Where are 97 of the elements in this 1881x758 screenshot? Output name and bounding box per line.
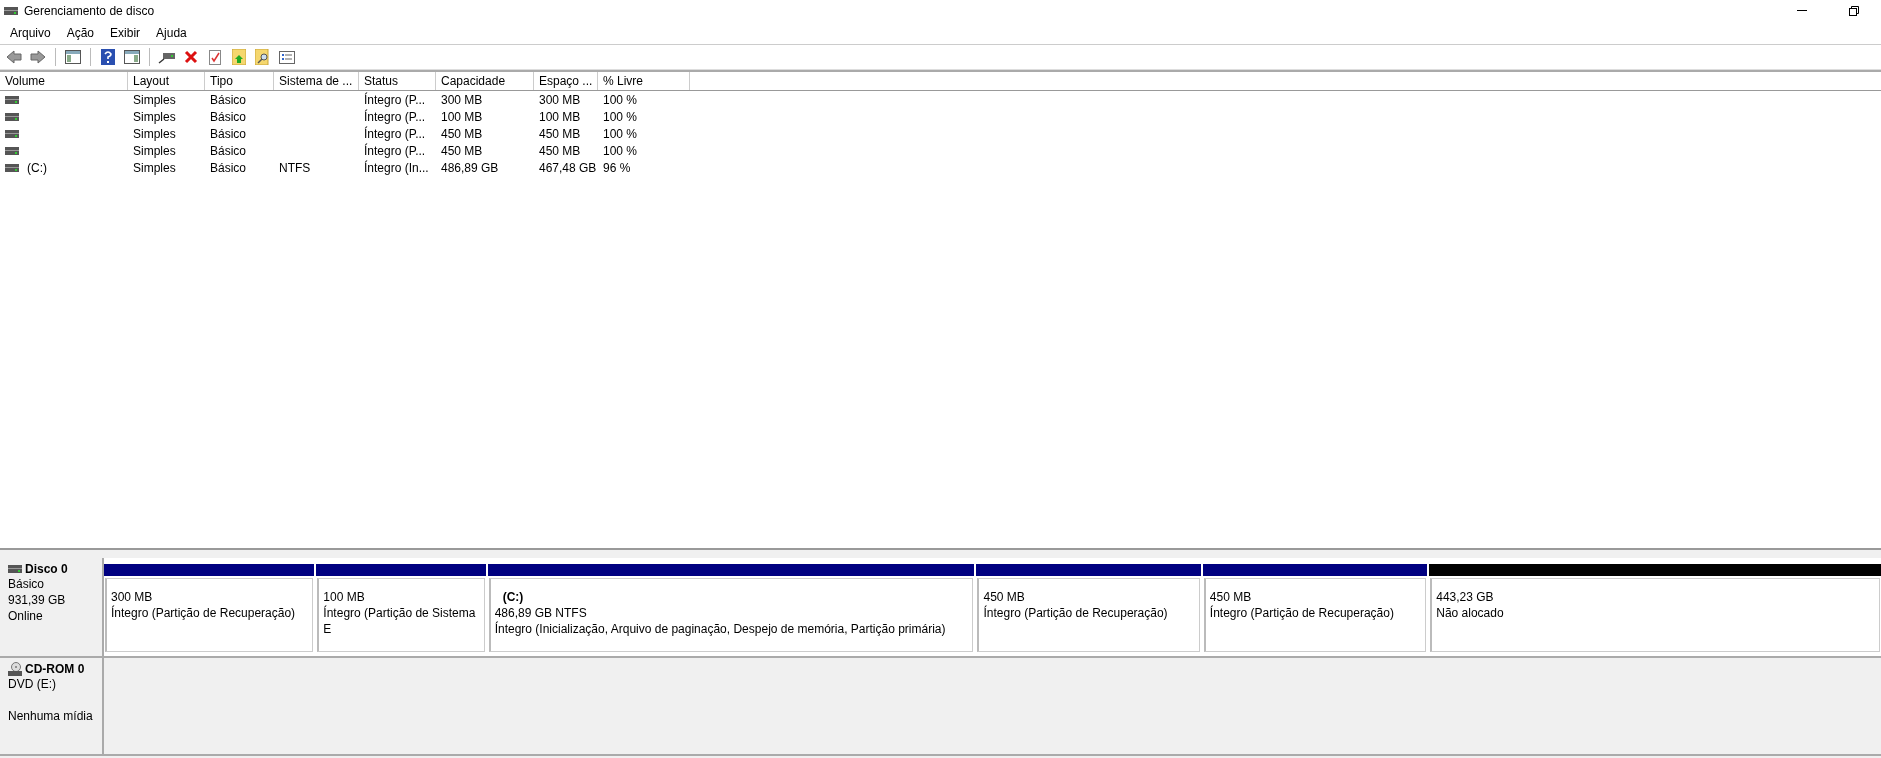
partition-panel[interactable]: 450 MB Íntegro (Partição de Recuperação) (1203, 578, 1427, 652)
table-cell-text: 100 % (602, 126, 639, 141)
table-cell-text: 300 MB (440, 92, 484, 107)
table-cell-text: 450 MB (440, 143, 484, 158)
table-cell-text: 450 MB (440, 126, 484, 141)
column-header[interactable]: Capacidade (436, 72, 534, 90)
partition-panel[interactable]: 443,23 GB Não alocado (1430, 578, 1880, 652)
cd-drive-icon (8, 662, 22, 676)
checklist-icon (209, 49, 221, 65)
disk-type: Básico (8, 576, 46, 592)
back-arrow-icon (6, 50, 22, 64)
partition-panel[interactable]: 300 MB Íntegro (Partição de Recuperação) (105, 578, 314, 652)
partition-status: Íntegro (Partição de Recuperação) (1209, 605, 1395, 621)
menu-item[interactable]: Ação (58, 26, 103, 40)
partition-status: Íntegro (Partição de Recuperação) (983, 605, 1169, 621)
disk-status: Nenhuma mídia (8, 708, 94, 724)
partition-name: (C:) (501, 589, 525, 605)
column-header[interactable]: Layout (128, 72, 205, 90)
column-header[interactable]: Tipo (205, 72, 274, 90)
app-icon (4, 7, 18, 15)
table-cell-text: 100 % (602, 92, 639, 107)
window-title: Gerenciamento de disco (24, 4, 156, 18)
restore-icon (1849, 6, 1859, 16)
table-cell-text: Simples (132, 126, 177, 141)
disk-name: Disco 0 (25, 562, 68, 576)
volume-icon (5, 163, 19, 172)
minimize-icon (1797, 10, 1807, 12)
table-cell-text: Básico (209, 109, 248, 124)
partition-size: 100 MB (323, 589, 366, 605)
properties-icon (279, 50, 295, 64)
table-cell-text: 100 MB (440, 109, 484, 124)
volume-icon (5, 95, 19, 104)
forward-arrow-icon (30, 50, 46, 64)
table-cell-text: Básico (209, 160, 248, 175)
partition-size: 300 MB (111, 589, 154, 605)
table-cell-text: Simples (132, 109, 177, 124)
table-cell-text: 450 MB (538, 143, 582, 158)
table-cell-text: Simples (132, 143, 177, 158)
table-cell-text: Íntegro (P... (363, 126, 427, 141)
table-cell-text: 100 MB (538, 109, 582, 124)
partition-size: 486,89 GB NTFS (494, 605, 588, 621)
menu-item[interactable]: Ajuda (148, 26, 195, 40)
partition-panel[interactable]: (C:) 486,89 GB NTFS Íntegro (Inicialização, Arquivo de paginação, Despejo de memória, Partição primária) (488, 578, 974, 652)
back-button[interactable] (4, 47, 24, 67)
table-cell-text: Íntegro (P... (363, 143, 427, 158)
panel-icon (124, 50, 140, 64)
volume-icon (5, 112, 19, 121)
partition-size: 450 MB (1209, 589, 1253, 605)
table-cell-text: 300 MB (538, 92, 582, 107)
table-cell-text: Íntegro (In... (363, 160, 430, 175)
disk-name: CD-ROM 0 (25, 662, 85, 676)
console-tree-button[interactable] (63, 47, 83, 67)
table-cell-text: 100 % (602, 109, 639, 124)
table-cell-text: 450 MB (538, 126, 582, 141)
disk-status: Online (8, 608, 44, 624)
column-header[interactable]: Status (359, 72, 436, 90)
partition-size: 450 MB (983, 589, 1026, 605)
table-cell-text: 467,48 GB (538, 160, 598, 175)
menu-item[interactable]: Arquivo (2, 26, 59, 40)
table-cell-text: Básico (209, 126, 248, 141)
partition-status: Íntegro (Inicialização, Arquivo de paginação, Despejo de memória, Partição primária) (494, 621, 947, 637)
column-header[interactable]: % Livre (598, 72, 690, 90)
disk-size: 931,39 GB (8, 592, 67, 608)
folder-search-icon (255, 49, 271, 65)
table-cell-text: 100 % (602, 143, 639, 158)
action-pane-button[interactable] (122, 47, 142, 67)
partition-status: Íntegro (Partição de Recuperação) (111, 605, 297, 621)
table-cell-text: Básico (209, 143, 248, 158)
disk-type: DVD (E:) (8, 676, 57, 692)
table-cell-text: 96 % (602, 160, 632, 175)
partition-status: Não alocado (1436, 605, 1505, 621)
partition-size: 443,23 GB (1436, 589, 1495, 605)
column-header[interactable]: Volume (0, 72, 128, 90)
forward-button[interactable] (28, 47, 48, 67)
folder-arrow-icon (232, 49, 246, 65)
column-header[interactable]: Sistema de ... (274, 72, 359, 90)
panel-icon (65, 50, 81, 64)
menu-item[interactable]: Exibir (102, 26, 149, 40)
table-cell-text: 486,89 GB (440, 160, 500, 175)
table-cell-text: Íntegro (P... (363, 92, 427, 107)
volume-icon (5, 129, 19, 138)
delete-icon (184, 50, 198, 64)
table-cell-text: Íntegro (P... (363, 109, 427, 124)
table-cell: (C:) (27, 160, 47, 175)
table-cell-text: NTFS (278, 160, 312, 175)
help-icon (101, 49, 115, 65)
column-header[interactable]: Espaço ... (534, 72, 598, 90)
table-cell-text: Simples (132, 160, 177, 175)
drive-cable-icon (158, 50, 176, 64)
help-button[interactable] (98, 47, 118, 67)
volume-icon (5, 146, 19, 155)
partition-panel[interactable]: 450 MB Íntegro (Partição de Recuperação) (977, 578, 1200, 652)
partition-status: Íntegro (Partição de Sistema E (323, 605, 477, 637)
partition-panel[interactable]: 100 MB Íntegro (Partição de Sistema E (317, 578, 485, 652)
table-cell-text: Simples (132, 92, 177, 107)
table-cell-text: Básico (209, 92, 248, 107)
folder-up-button[interactable] (229, 47, 249, 67)
